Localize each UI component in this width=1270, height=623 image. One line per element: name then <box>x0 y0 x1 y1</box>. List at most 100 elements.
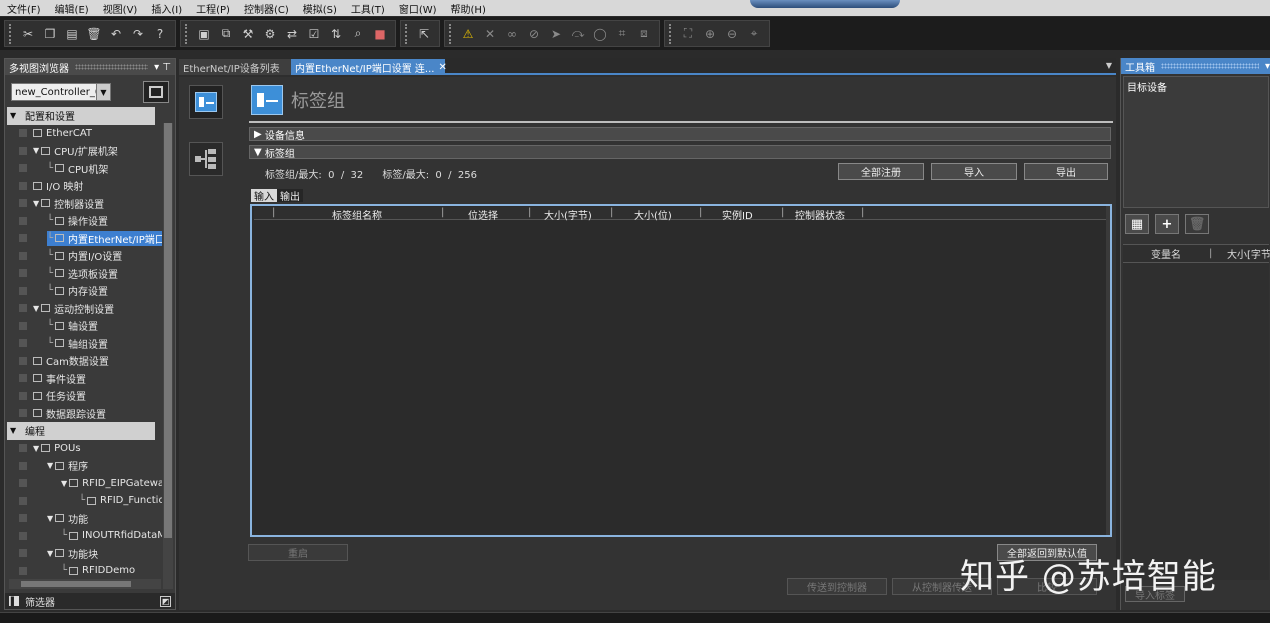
expand-icon[interactable]: ▼ <box>47 514 53 523</box>
column-header-size[interactable]: 大小[字节 <box>1227 246 1270 261</box>
tree-item-checkbox[interactable] <box>19 374 27 383</box>
pause-icon[interactable]: ◯ <box>590 24 610 44</box>
build-icon[interactable]: ⚒ <box>238 24 258 44</box>
simulate-icon[interactable]: ∞ <box>502 24 522 44</box>
tab-builtin-port-settings[interactable]: 内置EtherNet/IP端口设置 连... ✕ <box>291 59 447 75</box>
menu-insert[interactable]: 插入(I) <box>144 1 189 16</box>
tree-item-checkbox[interactable] <box>19 461 27 470</box>
menu-simulation[interactable]: 模拟(S) <box>296 1 344 16</box>
tree-item-checkbox[interactable] <box>19 269 27 278</box>
cut-icon[interactable]: ✂ <box>18 24 38 44</box>
tree-item[interactable]: └ 选项板设置 <box>7 265 162 283</box>
tree-item[interactable]: └ 轴设置 <box>7 317 162 335</box>
menu-help[interactable]: 帮助(H) <box>444 1 493 16</box>
tree-item[interactable]: └ INOUTRfidDataM <box>7 527 162 545</box>
expand-icon[interactable]: ▼ <box>47 461 53 470</box>
help-icon[interactable]: ? <box>150 24 170 44</box>
column-header-controller-status[interactable]: 控制器状态 <box>795 207 845 222</box>
toolbar-grip[interactable] <box>405 23 409 44</box>
column-header-size-bytes[interactable]: 大小(字节) <box>544 207 592 222</box>
tree-item[interactable]: └ 内置I/O设置 <box>7 247 162 265</box>
expand-icon[interactable]: ▼ <box>61 479 67 488</box>
tree-item-checkbox[interactable] <box>19 356 27 365</box>
expand-icon[interactable]: ▼ <box>33 146 39 155</box>
column-header-bit-select[interactable]: 位选择 <box>468 207 498 222</box>
tree-item[interactable]: └ 轴组设置 <box>7 335 162 353</box>
column-header-variable[interactable]: 变量名 <box>1151 246 1181 261</box>
column-separator[interactable]: | <box>610 207 613 218</box>
tree-item-checkbox[interactable] <box>19 164 27 173</box>
tree-horizontal-scrollbar[interactable] <box>9 579 161 589</box>
paste-icon[interactable]: ▤ <box>62 24 82 44</box>
tree-item-checkbox[interactable] <box>19 444 27 453</box>
tree-item-checkbox[interactable] <box>19 514 27 523</box>
close-icon[interactable]: ✕ <box>438 62 446 73</box>
tree-item[interactable]: └ 内置EtherNet/IP端口 <box>7 230 162 248</box>
toolbar-grip[interactable] <box>449 23 453 44</box>
column-separator[interactable]: | <box>1209 248 1212 259</box>
export-button[interactable]: 导出 <box>1024 163 1108 180</box>
tree-item-checkbox[interactable] <box>19 251 27 260</box>
3d-icon[interactable]: ▣ <box>194 24 214 44</box>
tree-item[interactable]: ▼ POUs <box>7 440 162 458</box>
tree-item-checkbox[interactable] <box>19 409 27 418</box>
find-icon[interactable]: ⌕ <box>348 24 368 44</box>
tree-item[interactable]: 任务设置 <box>7 387 162 405</box>
zoom-out-icon[interactable]: ⊖ <box>722 24 742 44</box>
import-button[interactable]: 导入 <box>931 163 1017 180</box>
tag-list-icon[interactable]: ▦ <box>1125 214 1149 234</box>
tree-section-header[interactable]: ▼ 编程 <box>7 422 155 440</box>
zoom-in-icon[interactable]: ⊕ <box>700 24 720 44</box>
tree-item-checkbox[interactable] <box>19 339 27 348</box>
tree-item[interactable]: 事件设置 <box>7 370 162 388</box>
panel-menu-icon[interactable]: ▾ <box>1265 61 1270 72</box>
collapse-icon[interactable]: ▼ <box>10 426 16 435</box>
disconnect-icon[interactable]: ✕ <box>480 24 500 44</box>
column-separator[interactable]: | <box>272 207 275 218</box>
expand-icon[interactable]: ▼ <box>33 444 39 453</box>
menu-window[interactable]: 窗口(W) <box>392 1 444 16</box>
check-icon[interactable]: ☑ <box>304 24 324 44</box>
restart-button[interactable]: 重启 <box>248 544 348 561</box>
transfer-icon[interactable]: ⇅ <box>326 24 346 44</box>
tree-item[interactable]: I/O 映射 <box>7 177 162 195</box>
chevron-down-icon[interactable]: ▼ <box>96 84 110 100</box>
tree-section-header[interactable]: ▼ 配置和设置 <box>7 107 155 125</box>
panel-menu-icon[interactable]: ▾ ⊤ <box>154 62 171 73</box>
tree-item-checkbox[interactable] <box>19 496 27 505</box>
undo-icon[interactable]: ↶ <box>106 24 126 44</box>
column-separator[interactable]: | <box>861 207 864 218</box>
toolbar-grip[interactable] <box>185 23 189 44</box>
menu-file[interactable]: 文件(F) <box>0 1 48 16</box>
target-device-list[interactable]: 目标设备 <box>1123 76 1269 208</box>
tree-item[interactable]: EtherCAT <box>7 125 162 143</box>
transfer-to-controller-button[interactable]: 传送到控制器 <box>787 578 887 595</box>
tree-item-checkbox[interactable] <box>19 566 27 575</box>
menu-edit[interactable]: 编辑(E) <box>48 1 96 16</box>
tab-output[interactable]: 输出 <box>277 189 303 203</box>
menu-view[interactable]: 视图(V) <box>96 1 145 16</box>
warning-icon[interactable]: ⚠ <box>458 24 478 44</box>
device-info-section[interactable]: ▶ 设备信息 <box>249 127 1111 142</box>
tabs-dropdown-icon[interactable]: ▼ <box>1106 61 1112 70</box>
tree-item[interactable]: ▼ 功能 <box>7 510 162 528</box>
tree-item-checkbox[interactable] <box>19 321 27 330</box>
sim-stop-icon[interactable]: ⊘ <box>524 24 544 44</box>
rebuild-icon[interactable]: ⚙ <box>260 24 280 44</box>
tree-item[interactable]: Cam数据设置 <box>7 352 162 370</box>
tree-item-checkbox[interactable] <box>19 146 27 155</box>
zoom-custom-icon[interactable]: ⌖ <box>744 24 764 44</box>
tree-item[interactable]: ▼ 控制器设置 <box>7 195 162 213</box>
online-icon[interactable]: ⇱ <box>414 24 434 44</box>
column-separator[interactable]: | <box>699 207 702 218</box>
zoom-fit-icon[interactable]: ⛶ <box>678 24 698 44</box>
add-icon[interactable]: + <box>1155 214 1179 234</box>
tree-item-checkbox[interactable] <box>19 304 27 313</box>
delete-icon[interactable]: 🗑 <box>84 24 104 44</box>
stop-icon[interactable]: ■ <box>370 24 390 44</box>
tree-item[interactable]: └ 内存设置 <box>7 282 162 300</box>
register-all-button[interactable]: 全部注册 <box>838 163 924 180</box>
column-separator[interactable]: | <box>441 207 444 218</box>
tree-item-checkbox[interactable] <box>19 286 27 295</box>
tag-sets-section[interactable]: ▼ 标签组 <box>249 145 1111 160</box>
